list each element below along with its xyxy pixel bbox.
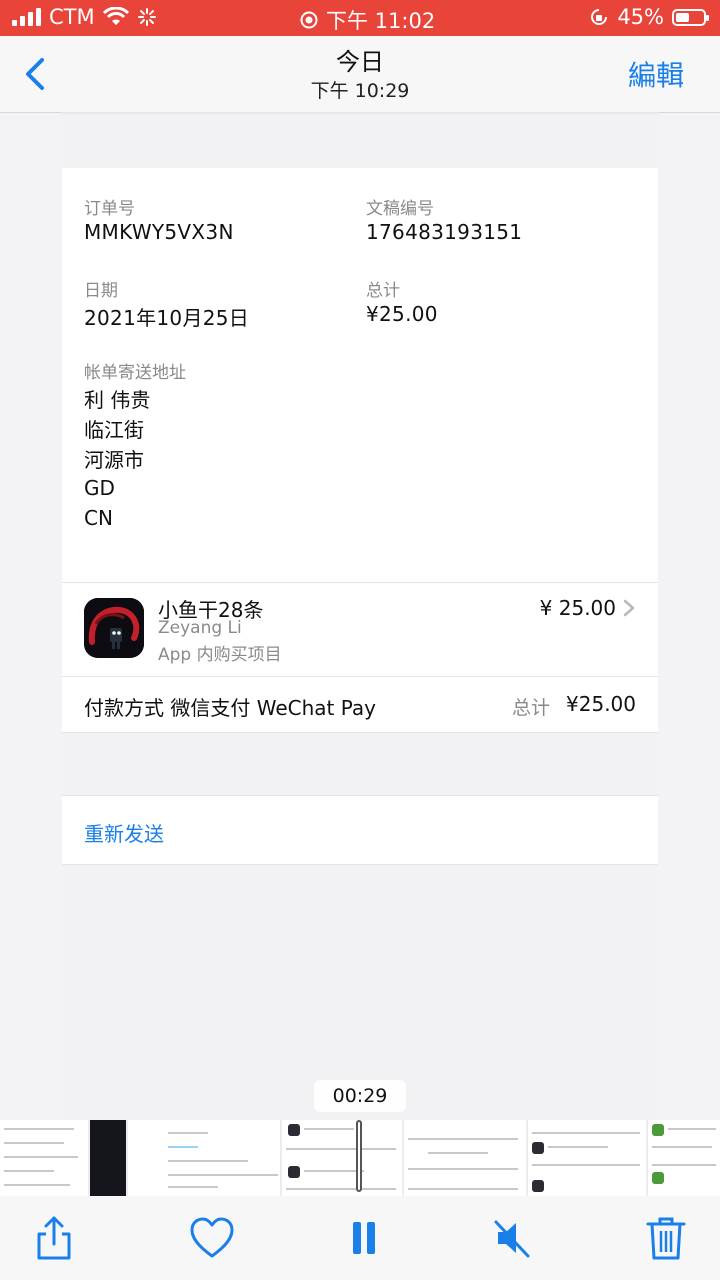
address-line: CN [84, 506, 113, 530]
bottom-toolbar [0, 1196, 720, 1280]
video-scrubber-filmstrip[interactable] [0, 1120, 720, 1196]
film-frame [0, 1120, 88, 1196]
mute-icon[interactable] [488, 1214, 536, 1262]
payment-total-value: ¥25.00 [566, 692, 636, 716]
edit-button[interactable]: 編輯 [628, 54, 684, 94]
film-frame [528, 1120, 646, 1196]
video-time-badge: 00:29 [314, 1080, 406, 1112]
rotation-lock-icon [591, 9, 608, 25]
address-line: GD [84, 476, 115, 500]
film-frame [128, 1120, 280, 1196]
divider [62, 582, 658, 583]
chevron-right-icon[interactable] [622, 598, 636, 618]
address-line: 利 伟贵 [84, 388, 151, 412]
spacer-band [62, 732, 658, 796]
trash-icon[interactable] [642, 1214, 690, 1262]
playhead-handle[interactable] [356, 1120, 362, 1192]
pause-icon[interactable] [340, 1214, 388, 1262]
date-label: 日期 [84, 281, 118, 301]
loading-icon [137, 8, 156, 26]
item-developer: Zeyang Li [158, 618, 242, 638]
nav-subtitle: 下午 10:29 [310, 80, 410, 102]
battery-percent: 45% [617, 5, 664, 29]
nav-title: 今日 [336, 48, 384, 76]
battery-icon [672, 8, 709, 26]
game-character-icon [84, 598, 144, 658]
navigation-bar: 今日 下午 10:29 編輯 [0, 36, 720, 113]
carrier-label: CTM [49, 5, 95, 29]
top-band [62, 112, 658, 168]
signal-icon [12, 8, 41, 26]
payment-method: 付款方式 微信支付 WeChat Pay [84, 696, 376, 720]
document-number-value: 176483193151 [366, 220, 523, 244]
divider [62, 676, 658, 677]
status-bar: CTM 下午 11:02 45% [0, 0, 720, 36]
address-line: 河源市 [84, 448, 144, 472]
app-icon[interactable] [84, 598, 144, 658]
wifi-icon [102, 7, 129, 25]
heart-icon[interactable] [188, 1214, 236, 1262]
resend-link[interactable]: 重新发送 [84, 818, 164, 847]
payment-total-label: 总计 [512, 697, 551, 719]
clock: 下午 11:02 [326, 9, 436, 33]
film-frame [648, 1120, 720, 1196]
share-icon[interactable] [30, 1214, 78, 1262]
date-value: 2021年10月25日 [84, 306, 250, 330]
receipt-document: 订单号 MMKWY5VX3N 文稿编号 176483193151 日期 2021… [62, 112, 658, 1121]
item-price: ¥ 25.00 [539, 596, 616, 620]
total-value: ¥25.00 [366, 302, 438, 326]
record-icon [300, 11, 318, 29]
film-frame [90, 1120, 126, 1196]
address-line: 临江街 [84, 418, 144, 442]
film-frame [282, 1120, 402, 1196]
document-number-label: 文稿编号 [366, 199, 434, 219]
billing-address-label: 帐单寄送地址 [84, 363, 186, 383]
item-type: App 内购买项目 [158, 645, 282, 665]
order-number-value: MMKWY5VX3N [84, 220, 234, 244]
total-label: 总计 [366, 281, 400, 301]
film-frame [404, 1120, 526, 1196]
order-number-label: 订单号 [84, 199, 135, 219]
